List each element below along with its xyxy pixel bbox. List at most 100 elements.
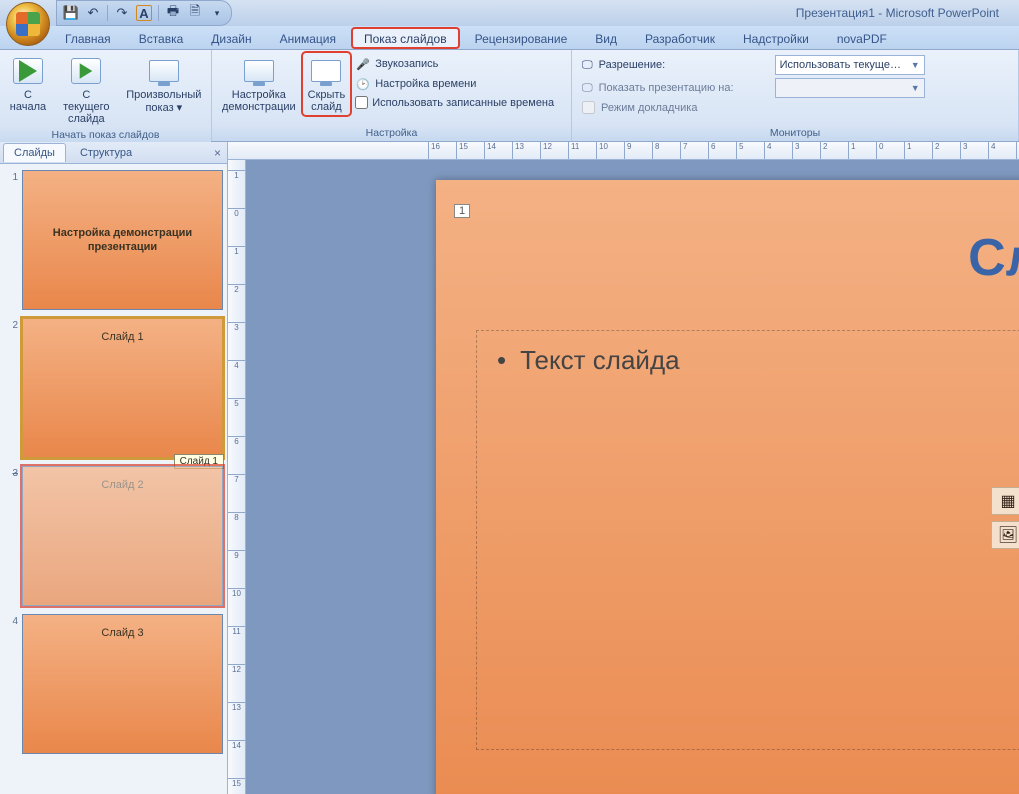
chevron-down-icon: ▼	[911, 83, 920, 93]
resolution-row: 🖵 Разрешение: Использовать текуще… ▼	[582, 55, 925, 75]
label: С текущего	[58, 89, 115, 113]
label: Настройка	[232, 89, 286, 101]
ribbon-tabs: Главная Вставка Дизайн Анимация Показ сл…	[0, 26, 1019, 50]
label: демонстрации	[222, 101, 296, 113]
window-title: Презентация1 - Microsoft PowerPoint	[796, 0, 999, 26]
panel-close-icon[interactable]: ×	[214, 146, 221, 160]
monitor-icon: 🖵	[582, 82, 593, 95]
mic-icon: 🎤	[355, 56, 371, 72]
group-label: Начать показ слайдов	[0, 128, 211, 143]
print-preview-icon[interactable]: 🖶	[165, 5, 181, 21]
qat-customize-icon[interactable]: ▾	[209, 5, 225, 21]
thumb-row: 2 Слайд 1 Слайд 1	[4, 318, 223, 458]
qat-separator	[158, 5, 159, 21]
clock-icon: 🕑	[355, 76, 371, 92]
custom-show-button[interactable]: Произвольный показ ▾	[121, 52, 207, 117]
tab-animation[interactable]: Анимация	[267, 27, 349, 49]
from-beginning-icon	[12, 55, 44, 87]
tab-view[interactable]: Вид	[582, 27, 630, 49]
from-current-icon	[70, 55, 102, 87]
panel-tab-outline[interactable]: Структура	[69, 143, 143, 162]
tab-insert[interactable]: Вставка	[126, 27, 197, 49]
content-placeholder-icons: ▦ 📊 ➡ 🖼 👤 🎞	[991, 487, 1019, 549]
slide-thumbnail[interactable]: Слайд 2	[22, 466, 223, 606]
label: начала	[10, 101, 46, 113]
slide-thumbnail[interactable]: Слайд 1 Слайд 1	[22, 318, 223, 458]
thumb-text: Настройка демонстрации	[53, 226, 192, 240]
label: Показать презентацию на:	[599, 82, 769, 94]
setup-show-icon	[243, 55, 275, 87]
resolution-combo[interactable]: Использовать текуще… ▼	[775, 55, 925, 75]
thumbnails: 1 Настройка демонстрации презентации 2 С…	[0, 164, 227, 794]
label: С	[24, 89, 32, 101]
panel-tab-slides[interactable]: Слайды	[3, 143, 66, 162]
use-timings-input[interactable]	[355, 96, 368, 109]
thumb-number: 3	[4, 466, 18, 479]
group-setup: Настройка демонстрации Скрыть слайд 🎤 Зв…	[212, 50, 572, 141]
label: Разрешение:	[599, 59, 769, 71]
save-icon[interactable]: 💾	[63, 5, 79, 21]
slide-thumbnail[interactable]: Настройка демонстрации презентации	[22, 170, 223, 310]
insert-table-icon[interactable]: ▦	[991, 487, 1019, 515]
show-on-combo: ▼	[775, 78, 925, 98]
tab-design[interactable]: Дизайн	[198, 27, 264, 49]
hide-slide-button[interactable]: Скрыть слайд	[302, 52, 352, 116]
panel-tabs: Слайды Структура ×	[0, 142, 227, 164]
qat-separator	[107, 5, 108, 21]
chevron-down-icon: ▼	[911, 60, 920, 70]
slide-thumbnail[interactable]: Слайд 3	[22, 614, 223, 754]
tab-developer[interactable]: Разработчик	[632, 27, 728, 49]
slide-body-placeholder[interactable]: Текст слайда ▦ 📊 ➡ 🖼 👤 🎞	[476, 330, 1019, 750]
hide-slide-icon	[310, 55, 342, 87]
record-narration-button[interactable]: 🎤 Звукозапись	[351, 54, 558, 74]
quick-access-toolbar: 💾 ↶ ↷ A 🖶 🗎 ▾	[56, 0, 232, 26]
thumb-text: Слайд 1	[101, 331, 143, 343]
setup-show-button[interactable]: Настройка демонстрации	[216, 52, 302, 116]
horizontal-ruler: 161514131211109876543210123456789101112	[228, 142, 1019, 160]
label: Режим докладчика	[601, 102, 697, 114]
undo-icon[interactable]: ↶	[85, 5, 101, 21]
bullet-text[interactable]: Текст слайда	[497, 345, 1019, 376]
presenter-view-checkbox: Режим докладчика	[582, 101, 925, 114]
thumb-text: Слайд 3	[101, 627, 143, 639]
insert-picture-icon[interactable]: 🖼	[991, 521, 1019, 549]
from-beginning-button[interactable]: С начала	[4, 52, 52, 116]
thumb-row: 4 Слайд 3	[4, 614, 223, 754]
office-button[interactable]	[6, 2, 50, 46]
rehearse-timings-button[interactable]: 🕑 Настройка времени	[351, 74, 558, 94]
label: Скрыть	[308, 89, 346, 101]
custom-show-icon	[148, 55, 180, 87]
ribbon: С начала С текущего слайда Произвольный …	[0, 50, 1019, 142]
show-on-row: 🖵 Показать презентацию на: ▼	[582, 78, 925, 98]
tab-review[interactable]: Рецензирование	[462, 27, 581, 49]
tab-novapdf[interactable]: novaPDF	[824, 27, 900, 49]
tab-addins[interactable]: Надстройки	[730, 27, 822, 49]
slide-title[interactable]: Слайд 2	[736, 228, 1019, 288]
use-timings-checkbox[interactable]: Использовать записанные времена	[351, 94, 558, 111]
thumb-row: 1 Настройка демонстрации презентации	[4, 170, 223, 310]
presenter-view-input	[582, 101, 595, 114]
tab-slideshow[interactable]: Показ слайдов	[351, 27, 460, 49]
label: слайда	[68, 113, 105, 125]
group-label: Настройка	[212, 126, 571, 141]
thumb-number: 4	[4, 614, 18, 627]
redo-icon[interactable]: ↷	[114, 5, 130, 21]
new-doc-icon[interactable]: 🗎	[187, 5, 203, 21]
spellcheck-icon[interactable]: A	[136, 5, 152, 21]
label: показ ▾	[145, 101, 182, 114]
thumb-number: 2	[4, 318, 18, 331]
label: Настройка времени	[375, 78, 476, 90]
thumb-text: Слайд 2	[101, 479, 143, 491]
group-start-slideshow: С начала С текущего слайда Произвольный …	[0, 50, 212, 141]
thumb-text: презентации	[53, 240, 192, 254]
slide-canvas[interactable]: 1 Слайд 2 Текст слайда ▦ 📊 ➡ 🖼 👤 🎞	[246, 160, 1019, 794]
title-bar: 💾 ↶ ↷ A 🖶 🗎 ▾ Презентация1 - Microsoft P…	[0, 0, 1019, 26]
editor: 161514131211109876543210123456789101112 …	[228, 142, 1019, 794]
tab-home[interactable]: Главная	[52, 27, 124, 49]
group-label: Мониторы	[572, 126, 1018, 141]
thumb-number: 1	[4, 170, 18, 183]
workspace: Слайды Структура × 1 Настройка демонстра…	[0, 142, 1019, 794]
from-current-button[interactable]: С текущего слайда	[52, 52, 121, 128]
label: слайд	[311, 101, 342, 113]
slide[interactable]: 1 Слайд 2 Текст слайда ▦ 📊 ➡ 🖼 👤 🎞	[436, 180, 1019, 794]
